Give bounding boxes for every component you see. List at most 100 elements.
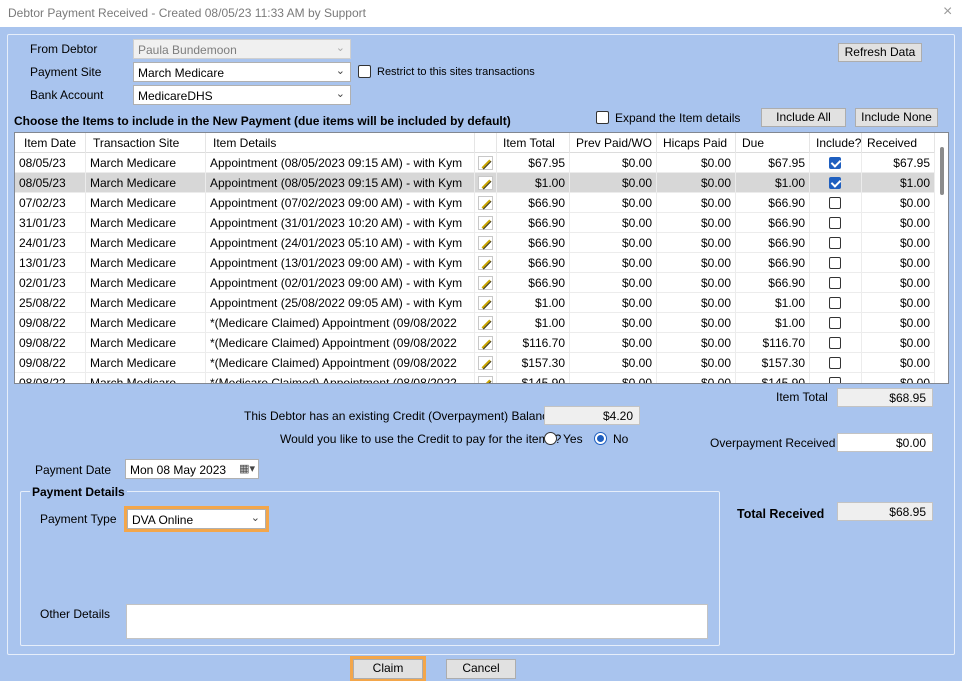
col-header-prev-paid[interactable]: Prev Paid/WO bbox=[570, 133, 657, 153]
payment-type-select[interactable]: DVA Online ⌄ bbox=[124, 506, 269, 532]
cell-prev: $0.00 bbox=[570, 273, 657, 293]
table-row[interactable]: 08/08/22 March Medicare *(Medicare Claimed… bbox=[15, 373, 935, 383]
cell-total: $116.70 bbox=[497, 333, 570, 353]
include-checkbox[interactable] bbox=[829, 377, 841, 383]
payment-date-picker[interactable]: Mon 08 May 2023 ▦▾ bbox=[125, 459, 259, 479]
include-checkbox[interactable] bbox=[829, 317, 841, 329]
include-checkbox[interactable] bbox=[829, 257, 841, 269]
credit-question: Would you like to use the Credit to pay … bbox=[280, 432, 562, 446]
table-row[interactable]: 25/08/22 March Medicare Appointment (25/08… bbox=[15, 293, 935, 313]
scrollbar-thumb[interactable] bbox=[940, 147, 944, 195]
vertical-scrollbar[interactable] bbox=[935, 133, 948, 383]
credit-yes-label: Yes bbox=[563, 432, 583, 446]
cell-date: 31/01/23 bbox=[15, 213, 86, 233]
cell-hicaps: $0.00 bbox=[657, 233, 736, 253]
include-checkbox[interactable] bbox=[829, 357, 841, 369]
cell-include bbox=[810, 153, 862, 173]
pencil-icon[interactable] bbox=[478, 156, 493, 170]
cell-edit bbox=[475, 213, 497, 233]
cell-prev: $0.00 bbox=[570, 373, 657, 383]
expand-details-checkbox[interactable] bbox=[596, 111, 609, 124]
table-row[interactable]: 31/01/23 March Medicare Appointment (31/01… bbox=[15, 213, 935, 233]
cell-prev: $0.00 bbox=[570, 313, 657, 333]
table-row[interactable]: 09/08/22 March Medicare *(Medicare Claimed… bbox=[15, 313, 935, 333]
credit-yes-radio[interactable] bbox=[544, 432, 557, 445]
include-none-button[interactable]: Include None bbox=[855, 108, 938, 127]
payment-site-select[interactable]: March Medicare ⌄ bbox=[133, 62, 351, 82]
pencil-icon[interactable] bbox=[478, 216, 493, 230]
cell-include bbox=[810, 253, 862, 273]
include-checkbox[interactable] bbox=[829, 237, 841, 249]
cell-received: $0.00 bbox=[862, 273, 935, 293]
table-row[interactable]: 08/05/23 March Medicare Appointment (08/05… bbox=[15, 153, 935, 173]
include-checkbox[interactable] bbox=[829, 337, 841, 349]
col-header-item-total[interactable]: Item Total bbox=[497, 133, 570, 153]
refresh-data-button[interactable]: Refresh Data bbox=[838, 43, 922, 62]
table-row[interactable]: 13/01/23 March Medicare Appointment (13/01… bbox=[15, 253, 935, 273]
restrict-checkbox[interactable] bbox=[358, 65, 371, 78]
cell-received: $0.00 bbox=[862, 213, 935, 233]
pencil-icon[interactable] bbox=[478, 236, 493, 250]
col-header-hicaps-paid[interactable]: Hicaps Paid bbox=[657, 133, 736, 153]
cell-due: $66.90 bbox=[736, 193, 810, 213]
bank-account-select[interactable]: MedicareDHS ⌄ bbox=[133, 85, 351, 105]
include-checkbox[interactable] bbox=[829, 157, 841, 169]
table-row[interactable]: 24/01/23 March Medicare Appointment (24/01… bbox=[15, 233, 935, 253]
cell-date: 09/08/22 bbox=[15, 313, 86, 333]
pencil-icon[interactable] bbox=[478, 176, 493, 190]
pencil-icon[interactable] bbox=[478, 336, 493, 350]
include-all-button[interactable]: Include All bbox=[761, 108, 846, 127]
table-row[interactable]: 08/05/23 March Medicare Appointment (08/05… bbox=[15, 173, 935, 193]
cancel-button[interactable]: Cancel bbox=[446, 659, 516, 679]
cell-received: $0.00 bbox=[862, 333, 935, 353]
table-row[interactable]: 07/02/23 March Medicare Appointment (07/02… bbox=[15, 193, 935, 213]
table-row[interactable]: 09/08/22 March Medicare *(Medicare Claimed… bbox=[15, 333, 935, 353]
cell-prev: $0.00 bbox=[570, 253, 657, 273]
cell-hicaps: $0.00 bbox=[657, 253, 736, 273]
pencil-icon[interactable] bbox=[478, 316, 493, 330]
cell-site: March Medicare bbox=[86, 353, 206, 373]
include-checkbox[interactable] bbox=[829, 277, 841, 289]
col-header-include[interactable]: Include? bbox=[810, 133, 862, 153]
col-header-item-date[interactable]: Item Date bbox=[15, 133, 86, 153]
chevron-down-icon: ⌄ bbox=[335, 65, 345, 77]
total-received-value: $68.95 bbox=[837, 502, 933, 521]
overpayment-field[interactable]: $0.00 bbox=[837, 433, 933, 452]
cell-site: March Medicare bbox=[86, 153, 206, 173]
col-header-due[interactable]: Due bbox=[736, 133, 810, 153]
cell-total: $66.90 bbox=[497, 273, 570, 293]
col-header-transaction-site[interactable]: Transaction Site bbox=[86, 133, 206, 153]
table-row[interactable]: 02/01/23 March Medicare Appointment (02/01… bbox=[15, 273, 935, 293]
close-icon[interactable]: × bbox=[943, 3, 952, 21]
claim-button[interactable]: Claim bbox=[350, 656, 426, 681]
calendar-icon[interactable]: ▦▾ bbox=[239, 462, 255, 475]
pencil-icon[interactable] bbox=[478, 296, 493, 310]
overpayment-label: Overpayment Received bbox=[710, 436, 836, 450]
cell-due: $1.00 bbox=[736, 173, 810, 193]
credit-balance-value: $4.20 bbox=[544, 406, 640, 425]
pencil-icon[interactable] bbox=[478, 376, 493, 383]
cell-include bbox=[810, 173, 862, 193]
payment-type-value: DVA Online bbox=[132, 513, 194, 527]
col-header-item-details[interactable]: Item Details bbox=[206, 133, 475, 153]
cell-received: $1.00 bbox=[862, 173, 935, 193]
include-checkbox[interactable] bbox=[829, 177, 841, 189]
pencil-icon[interactable] bbox=[478, 256, 493, 270]
pencil-icon[interactable] bbox=[478, 196, 493, 210]
chevron-down-icon: ⌄ bbox=[250, 512, 260, 524]
cell-edit bbox=[475, 333, 497, 353]
item-total-label: Item Total bbox=[776, 390, 828, 404]
pencil-icon[interactable] bbox=[478, 356, 493, 370]
include-checkbox[interactable] bbox=[829, 197, 841, 209]
include-checkbox[interactable] bbox=[829, 297, 841, 309]
credit-no-radio[interactable] bbox=[594, 432, 607, 445]
col-header-received[interactable]: Received bbox=[862, 133, 935, 153]
cell-include bbox=[810, 293, 862, 313]
cell-edit bbox=[475, 173, 497, 193]
include-checkbox[interactable] bbox=[829, 217, 841, 229]
pencil-icon[interactable] bbox=[478, 276, 493, 290]
cell-prev: $0.00 bbox=[570, 153, 657, 173]
table-row[interactable]: 09/08/22 March Medicare *(Medicare Claimed… bbox=[15, 353, 935, 373]
other-details-field[interactable] bbox=[126, 604, 708, 639]
cell-site: March Medicare bbox=[86, 373, 206, 383]
